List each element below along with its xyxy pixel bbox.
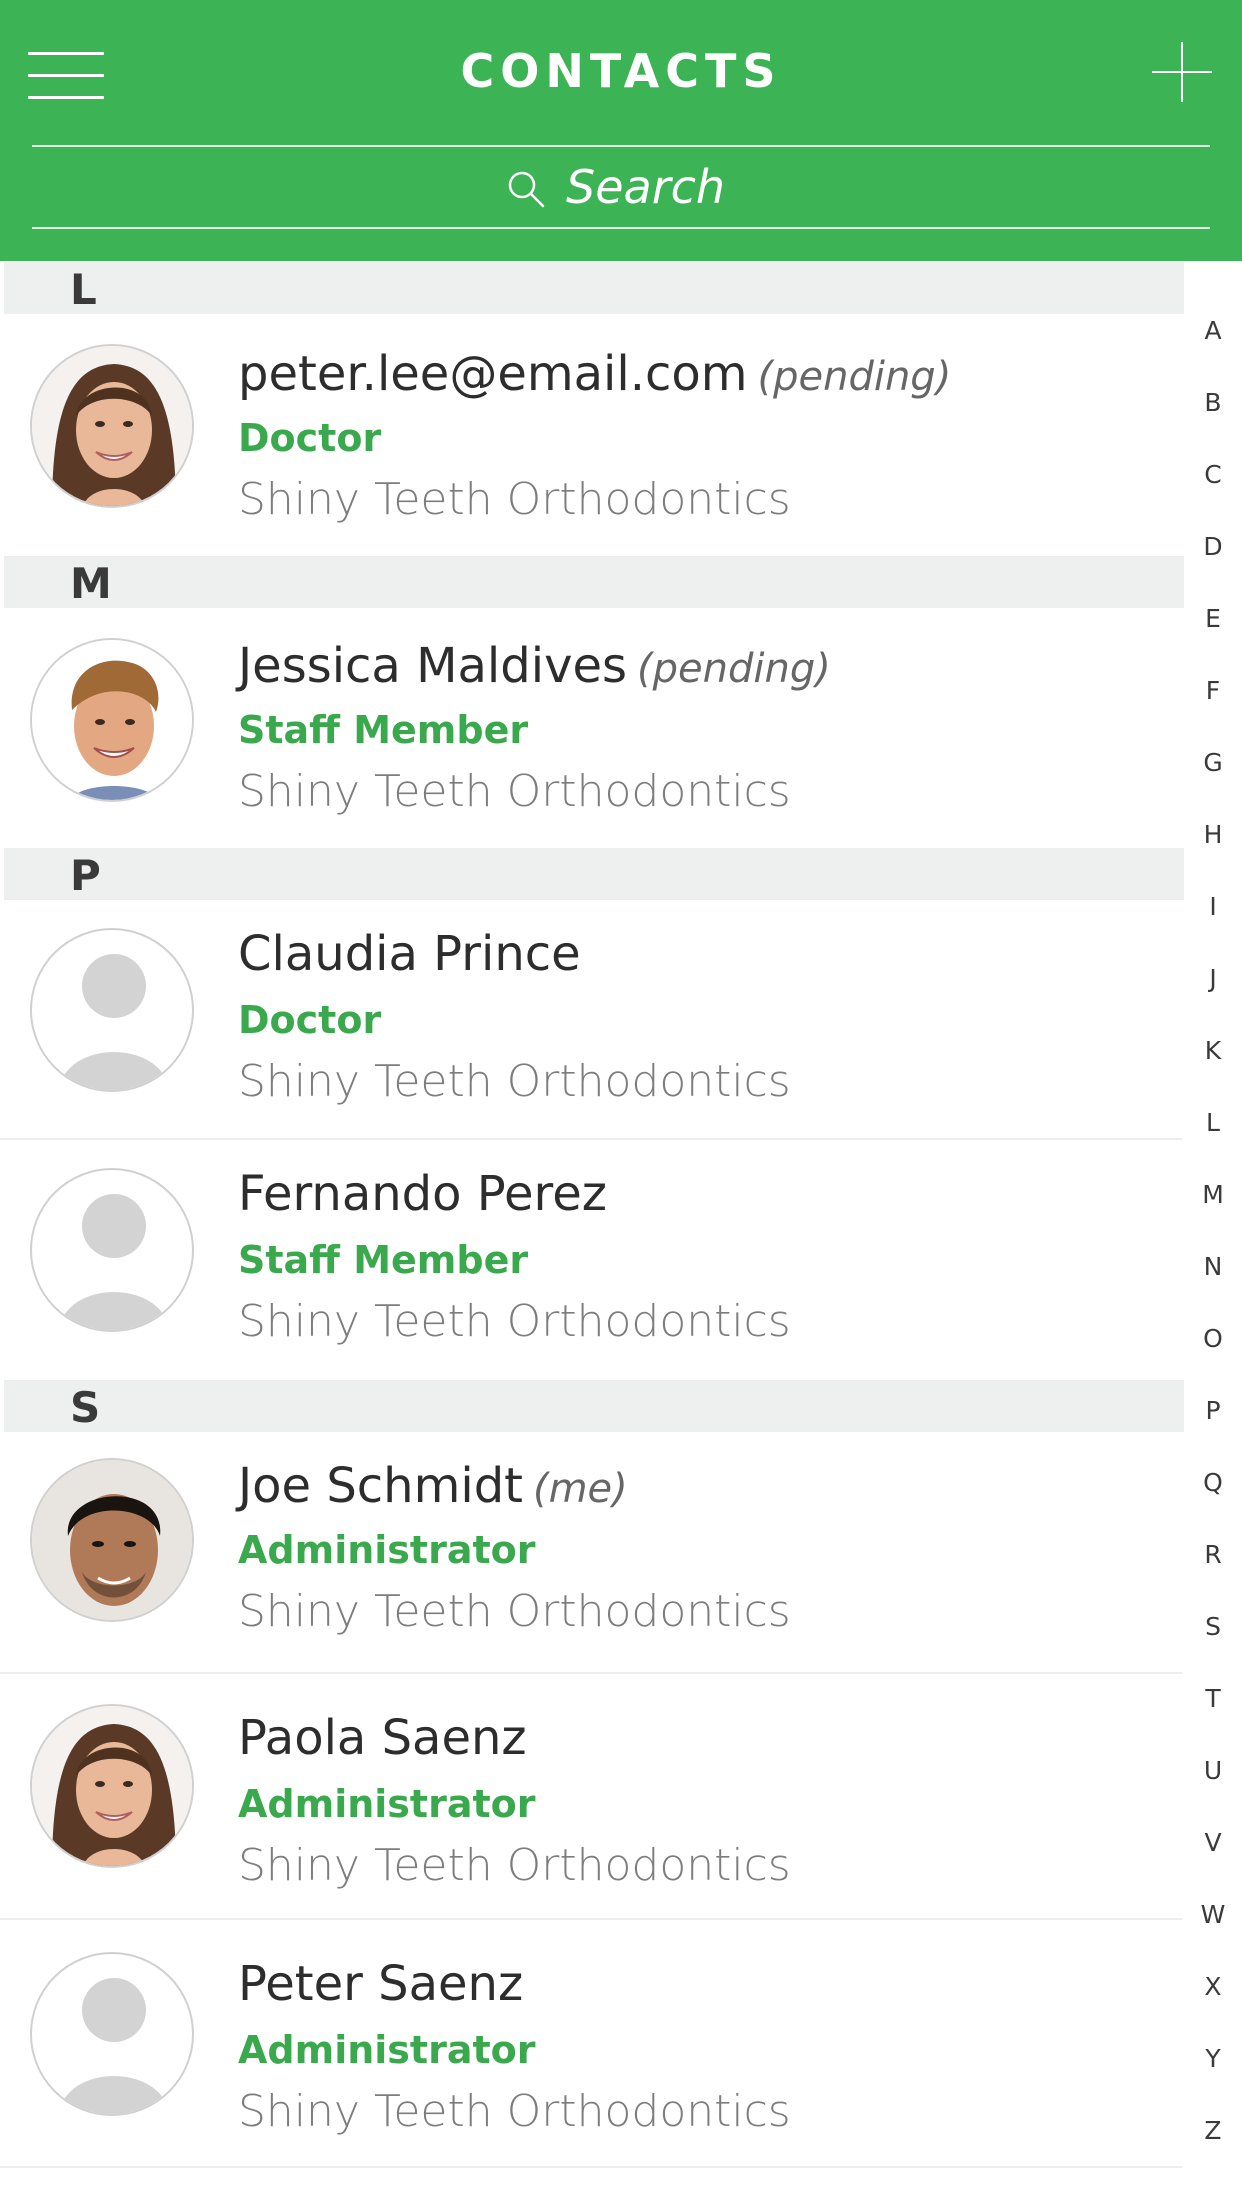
index-letter-o[interactable]: O [1184,1324,1242,1353]
contact-name-line: Claudia Prince [238,926,591,982]
avatar [30,638,194,802]
contact-row[interactable]: Paola Saenz Administrator Shiny Teeth Or… [0,1674,1182,1920]
index-letter-g[interactable]: G [1184,748,1242,777]
index-letter-d[interactable]: D [1184,532,1242,561]
contact-name-line: Paola Saenz [238,1710,537,1766]
index-letter-e[interactable]: E [1184,604,1242,633]
index-letter-u[interactable]: U [1184,1756,1242,1785]
contact-company: Shiny Teeth Orthodontics [238,1056,791,1107]
contact-row[interactable]: Peter Saenz Administrator Shiny Teeth Or… [0,1920,1182,2168]
contact-status-tag: (me) [532,1466,628,1512]
avatar-placeholder-icon [30,1952,194,2116]
contact-role: Administrator [238,1782,536,1826]
index-letter-r[interactable]: R [1184,1540,1242,1569]
index-letter-l[interactable]: L [1184,1108,1242,1137]
contact-name: Jessica Maldives [238,638,628,694]
add-contact-icon[interactable] [1152,42,1212,102]
contact-company: Shiny Teeth Orthodontics [238,766,791,817]
contact-role: Administrator [238,1528,536,1572]
index-letter-n[interactable]: N [1184,1252,1242,1281]
avatar-placeholder-icon [30,928,194,1092]
index-letter-a[interactable]: A [1184,316,1242,345]
index-letter-m[interactable]: M [1184,1180,1242,1209]
row-divider [0,2166,1182,2168]
contact-name: Paola Saenz [238,1710,527,1766]
index-letter-w[interactable]: W [1184,1900,1242,1929]
contact-status-tag: (pending) [757,354,952,400]
contact-name-line: Jessica Maldives (pending) [238,638,831,694]
contact-name: peter.lee@email.com [238,346,748,402]
contact-name-line: Joe Schmidt (me) [238,1458,628,1514]
index-letter-h[interactable]: H [1184,820,1242,849]
contact-role: Doctor [238,998,382,1042]
index-letter-t[interactable]: T [1184,1684,1242,1713]
contact-company: Shiny Teeth Orthodontics [238,1296,791,1347]
index-letter-c[interactable]: C [1184,460,1242,489]
contact-role: Staff Member [238,708,529,752]
index-letter-s[interactable]: S [1184,1612,1242,1641]
section-header-s: S [4,1380,1184,1432]
index-letter-j[interactable]: J [1184,964,1242,993]
contact-role: Staff Member [238,1238,529,1282]
contact-role: Administrator [238,2028,536,2072]
contact-row[interactable]: Joe Schmidt (me) Administrator Shiny Teet… [0,1432,1182,1674]
index-letter-y[interactable]: Y [1184,2044,1242,2073]
index-letter-q[interactable]: Q [1184,1468,1242,1497]
index-letter-i[interactable]: I [1184,892,1242,921]
contact-company: Shiny Teeth Orthodontics [238,1840,791,1891]
avatar [30,344,194,508]
app-header: CONTACTS [0,0,1242,261]
contact-name-line: Fernando Perez [238,1166,617,1222]
index-letter-z[interactable]: Z [1184,2116,1242,2145]
contact-row[interactable]: peter.lee@email.com (pending) Doctor Shin… [0,314,1182,556]
section-header-l: L [4,262,1184,314]
index-letter-f[interactable]: F [1184,676,1242,705]
contact-company: Shiny Teeth Orthodontics [238,2086,791,2137]
index-letter-k[interactable]: K [1184,1036,1242,1065]
index-letter-x[interactable]: X [1184,1972,1242,2001]
search-icon [508,171,545,208]
avatar-placeholder-icon [30,1168,194,1332]
contact-row[interactable]: Jessica Maldives (pending) Staff Member S… [0,608,1182,848]
header-divider-bottom [32,227,1210,229]
search-bar[interactable] [32,147,1210,227]
contact-role: Doctor [238,416,382,460]
index-letter-p[interactable]: P [1184,1396,1242,1425]
contact-name: Fernando Perez [238,1166,607,1222]
section-header-m: M [4,556,1184,608]
avatar [30,1704,194,1868]
contact-status-tag: (pending) [637,646,831,692]
contact-row[interactable]: Fernando Perez Staff Member Shiny Teeth … [0,1140,1182,1382]
contact-name: Joe Schmidt [238,1458,523,1514]
contact-name: Claudia Prince [238,926,581,982]
contact-company: Shiny Teeth Orthodontics [238,474,791,525]
page-title: CONTACTS [460,44,782,98]
contact-name-line: peter.lee@email.com (pending) [238,346,951,402]
contact-row[interactable]: Claudia Prince Doctor Shiny Teeth Orthod… [0,900,1182,1140]
contact-name-line: Peter Saenz [238,1956,533,2012]
contact-name: Peter Saenz [238,1956,524,2012]
avatar [30,1458,194,1622]
section-header-p: P [4,848,1184,900]
contact-company: Shiny Teeth Orthodontics [238,1586,791,1637]
index-letter-b[interactable]: B [1184,388,1242,417]
index-letter-v[interactable]: V [1184,1828,1242,1857]
search-input[interactable] [566,160,736,214]
